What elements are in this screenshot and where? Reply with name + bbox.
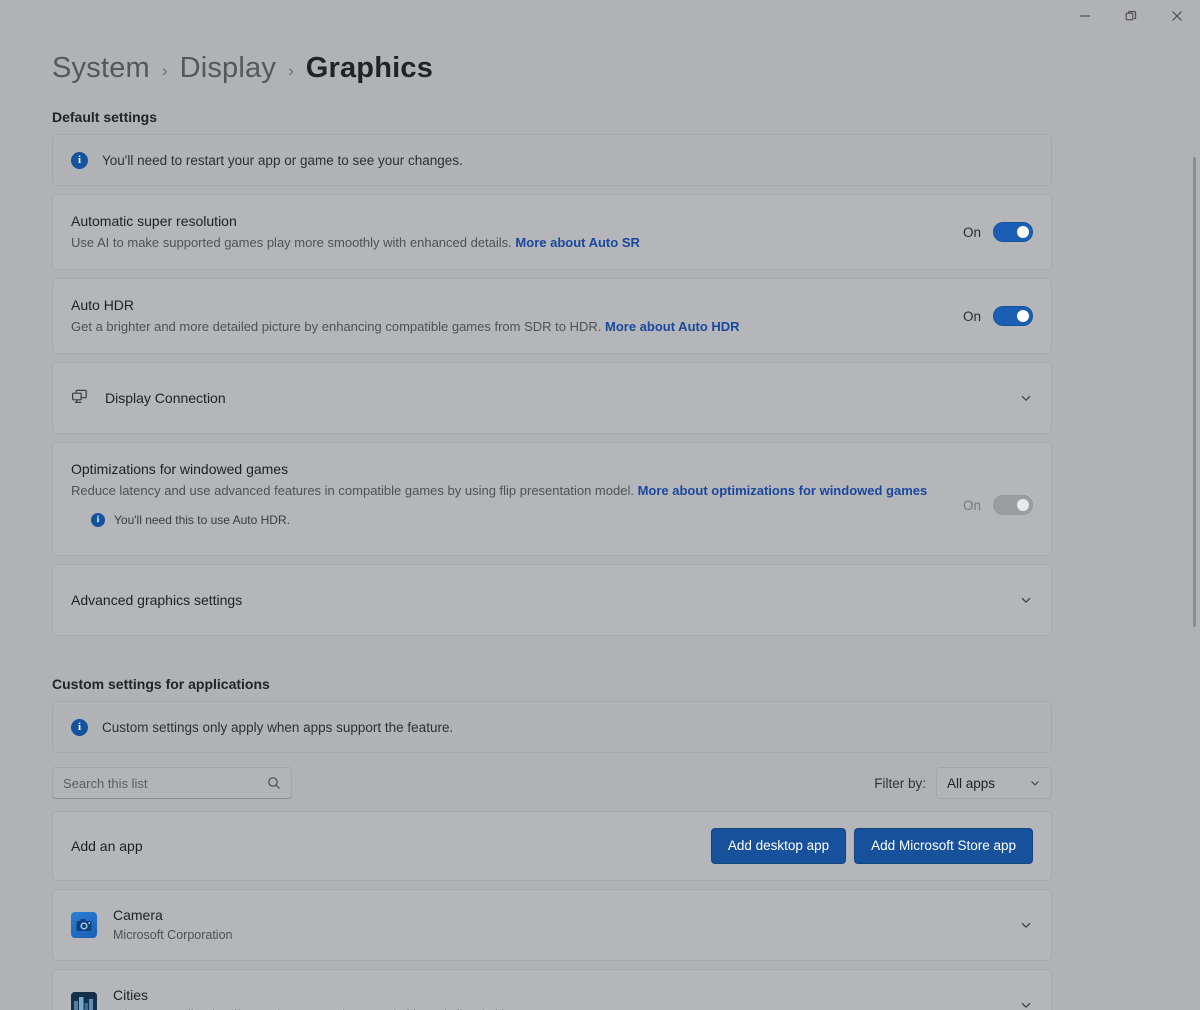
auto-sr-toggle[interactable] bbox=[993, 222, 1033, 242]
setting-title: Automatic super resolution bbox=[71, 213, 237, 230]
setting-text-group: Auto HDR Get a brighter and more detaile… bbox=[71, 295, 963, 337]
camera-app-icon bbox=[71, 912, 97, 939]
setting-description: Get a brighter and more detailed picture… bbox=[71, 317, 949, 337]
setting-description-text: Use AI to make supported games play more… bbox=[71, 235, 512, 251]
app-subtitle: C:\Program Files (x86)\Steam\steamapps\c… bbox=[113, 1006, 1005, 1010]
setting-description: Use AI to make supported games play more… bbox=[71, 233, 949, 253]
setting-description: Reduce latency and use advanced features… bbox=[71, 481, 949, 501]
chevron-down-icon[interactable] bbox=[1019, 593, 1033, 607]
setting-title: Optimizations for windowed games bbox=[71, 461, 289, 477]
setting-title: Display Connection bbox=[105, 389, 226, 406]
windowed-optimizations-toggle bbox=[993, 495, 1033, 515]
add-microsoft-store-app-button[interactable]: Add Microsoft Store app bbox=[854, 828, 1033, 865]
vertical-scrollbar[interactable] bbox=[1193, 157, 1196, 627]
breadcrumb-item-system[interactable]: System bbox=[52, 52, 150, 85]
custom-settings-notice-text: Custom settings only apply when apps sup… bbox=[102, 719, 454, 735]
title-bar bbox=[0, 0, 1200, 32]
setting-windowed-optimizations[interactable]: Optimizations for windowed games Reduce … bbox=[52, 442, 1052, 556]
add-an-app-text: Add an app bbox=[71, 836, 711, 856]
toggle-knob bbox=[1017, 499, 1029, 511]
minimize-icon bbox=[1079, 10, 1091, 22]
setting-text-group: Optimizations for windowed games Reduce … bbox=[71, 459, 963, 527]
search-icon[interactable] bbox=[267, 776, 281, 790]
filter-group: Filter by: All apps bbox=[874, 767, 1052, 799]
app-list-item-camera[interactable]: Camera Microsoft Corporation bbox=[52, 889, 1052, 962]
windowed-optimizations-note: i You'll need this to use Auto HDR. bbox=[71, 512, 949, 527]
filter-selected-value: All apps bbox=[947, 775, 996, 791]
auto-hdr-learn-more-link[interactable]: More about Auto HDR bbox=[605, 319, 740, 334]
settings-scroll-area[interactable]: System › Display › Graphics Default sett… bbox=[0, 32, 1200, 1010]
breadcrumb-item-graphics: Graphics bbox=[305, 52, 434, 84]
app-name: Cities bbox=[113, 986, 149, 1003]
setting-advanced-graphics[interactable]: Advanced graphics settings bbox=[52, 564, 1052, 636]
toggle-knob bbox=[1017, 310, 1029, 322]
setting-description-text: Reduce latency and use advanced features… bbox=[71, 483, 634, 499]
setting-title: Auto HDR bbox=[71, 297, 135, 314]
restore-button[interactable] bbox=[1108, 0, 1154, 32]
toggle-knob bbox=[1017, 226, 1029, 238]
app-text-group: Cities C:\Program Files (x86)\Steam\stea… bbox=[113, 986, 1019, 1010]
setting-auto-super-resolution[interactable]: Automatic super resolution Use AI to mak… bbox=[52, 194, 1052, 270]
add-desktop-app-button[interactable]: Add desktop app bbox=[710, 828, 847, 865]
app-subtitle: Microsoft Corporation bbox=[113, 928, 233, 943]
auto-sr-toggle-group[interactable]: On bbox=[963, 222, 1033, 242]
breadcrumb-separator: › bbox=[161, 60, 168, 80]
app-list-item-cities[interactable]: CS Cities C:\Program Files (x86)\Steam\s… bbox=[52, 969, 1052, 1010]
info-icon: i bbox=[91, 512, 105, 527]
windowed-optimizations-learn-more-link[interactable]: More about optimizations for windowed ga… bbox=[638, 483, 928, 498]
filter-label: Filter by: bbox=[874, 775, 926, 791]
setting-title: Advanced graphics settings bbox=[71, 591, 243, 608]
close-button[interactable] bbox=[1154, 0, 1200, 32]
chevron-down-icon bbox=[1029, 777, 1041, 789]
breadcrumb-separator: › bbox=[288, 60, 294, 80]
restore-icon bbox=[1125, 10, 1137, 22]
auto-hdr-toggle-group[interactable]: On bbox=[963, 306, 1033, 326]
info-icon: i bbox=[71, 151, 88, 169]
section-title-default-settings: Default settings bbox=[52, 109, 158, 125]
cities-app-icon: CS bbox=[71, 992, 97, 1010]
add-app-button-group: Add desktop app Add Microsoft Store app bbox=[710, 828, 1033, 865]
custom-settings-notice-banner: i Custom settings only apply when apps s… bbox=[52, 701, 1052, 753]
add-an-app-label: Add an app bbox=[71, 837, 143, 854]
auto-sr-toggle-state: On bbox=[962, 224, 981, 240]
chevron-down-icon[interactable] bbox=[1019, 918, 1033, 932]
chevron-down-icon[interactable] bbox=[1019, 998, 1033, 1010]
setting-text-group: Automatic super resolution Use AI to mak… bbox=[71, 211, 963, 253]
breadcrumb: System › Display › Graphics bbox=[52, 32, 1052, 95]
restart-notice-banner: i You'll need to restart your app or gam… bbox=[52, 134, 1052, 186]
monitors-icon bbox=[71, 389, 101, 407]
setting-text-group: Display Connection bbox=[105, 388, 1019, 408]
auto-hdr-toggle-state: On bbox=[962, 308, 981, 324]
info-icon: i bbox=[71, 718, 88, 736]
app-text-group: Camera Microsoft Corporation bbox=[113, 906, 1019, 945]
setting-auto-hdr[interactable]: Auto HDR Get a brighter and more detaile… bbox=[52, 278, 1052, 354]
add-an-app-row: Add an app Add desktop app Add Microsoft… bbox=[52, 811, 1052, 882]
search-box[interactable] bbox=[52, 767, 292, 799]
close-icon bbox=[1171, 10, 1183, 22]
section-title-custom-settings: Custom settings for applications bbox=[52, 676, 270, 692]
search-input[interactable] bbox=[63, 775, 259, 791]
note-text: You'll need this to use Auto HDR. bbox=[114, 512, 290, 527]
minimize-button[interactable] bbox=[1062, 0, 1108, 32]
setting-description-text: Get a brighter and more detailed picture… bbox=[71, 319, 602, 335]
auto-hdr-toggle[interactable] bbox=[993, 306, 1033, 326]
settings-content: System › Display › Graphics Default sett… bbox=[0, 32, 1104, 1010]
setting-display-connection[interactable]: Display Connection bbox=[52, 362, 1052, 434]
restart-notice-text: You'll need to restart your app or game … bbox=[102, 152, 463, 168]
filter-select[interactable]: All apps bbox=[936, 767, 1052, 799]
windowed-optimizations-toggle-state: On bbox=[962, 497, 981, 513]
setting-text-group: Advanced graphics settings bbox=[71, 590, 1019, 610]
auto-sr-learn-more-link[interactable]: More about Auto SR bbox=[515, 235, 639, 250]
breadcrumb-item-display[interactable]: Display bbox=[180, 52, 277, 85]
windowed-optimizations-toggle-group: On bbox=[963, 495, 1033, 515]
list-filter-row: Filter by: All apps bbox=[52, 767, 1052, 799]
chevron-down-icon[interactable] bbox=[1019, 391, 1033, 405]
app-name: Camera bbox=[113, 906, 163, 923]
